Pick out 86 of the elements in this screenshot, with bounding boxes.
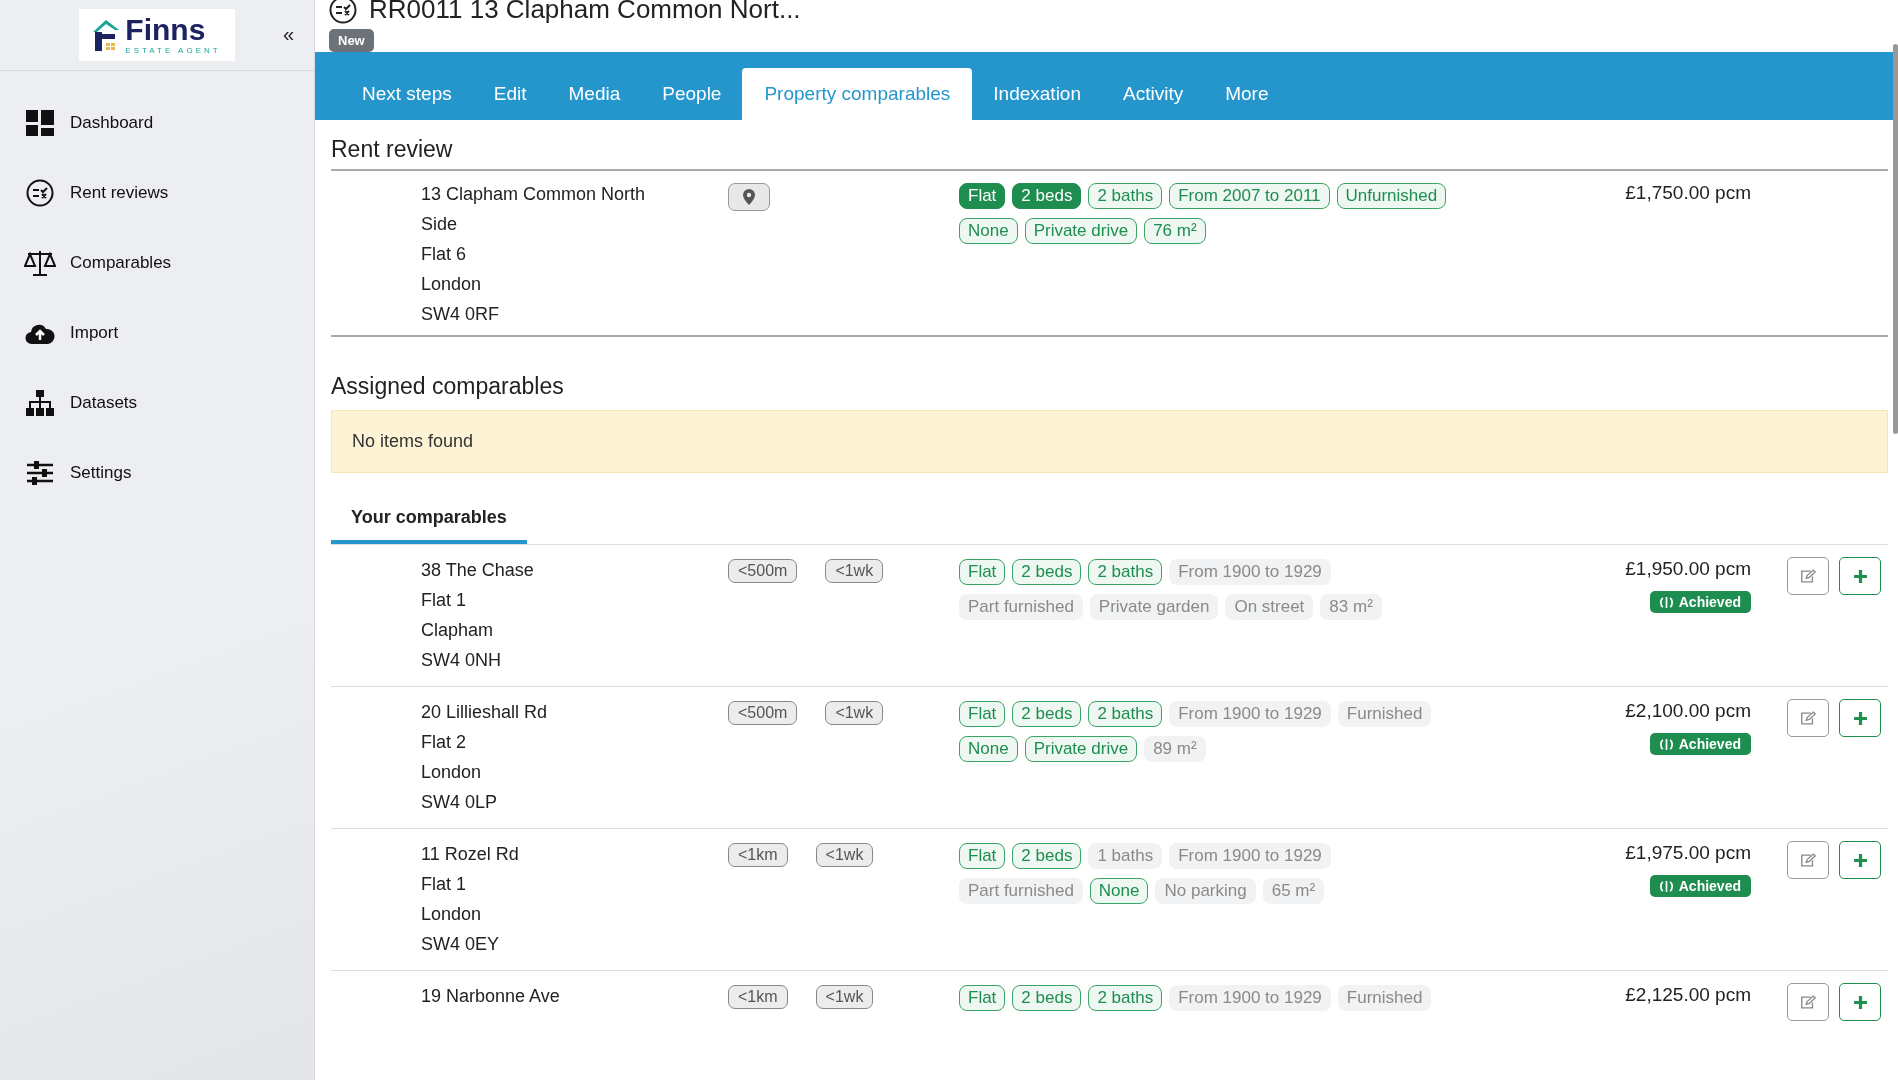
property-tag: From 1900 to 1929	[1169, 559, 1331, 585]
age-pill: <1wk	[825, 559, 884, 583]
rent-price: £1,750.00 pcm	[1625, 181, 1751, 205]
address-line: 38 The Chase	[421, 559, 535, 582]
property-tag: 83 m²	[1320, 594, 1382, 620]
address-line: Flat 1	[421, 873, 468, 896]
property-tag: 2 baths	[1088, 985, 1163, 1011]
rent-price: £1,975.00 pcm	[1625, 841, 1751, 865]
property-tag: 2 beds	[1012, 183, 1082, 209]
property-tag: From 2007 to 2011	[1169, 183, 1330, 209]
sidebar-item[interactable]: Datasets	[0, 385, 314, 421]
property-tag: 2 baths	[1088, 183, 1163, 209]
property-tag: None	[1089, 878, 1149, 904]
sidebar-item[interactable]: Comparables	[0, 245, 314, 281]
address-line: Side	[421, 213, 459, 236]
address-line: London	[421, 761, 483, 784]
distance-pill: <1km	[728, 985, 788, 1009]
achieved-badge: Achieved	[1649, 875, 1751, 897]
property-tag: On street	[1225, 594, 1314, 620]
logo-tagline: ESTATE AGENT	[125, 47, 221, 55]
property-tag: Flat	[959, 183, 1006, 209]
sidebar-item[interactable]: Rent reviews	[0, 175, 314, 211]
property-tag: 2 beds	[1012, 559, 1082, 585]
age-pill: <1wk	[815, 985, 874, 1009]
property-tag: 2 baths	[1088, 559, 1163, 585]
address-line: SW4 0LP	[421, 791, 499, 814]
property-tag: From 1900 to 1929	[1169, 843, 1331, 869]
property-tag: None	[959, 736, 1018, 762]
property-tag: Unfurnished	[1336, 183, 1447, 209]
property-tag: 65 m²	[1262, 878, 1325, 904]
property-tag: Part furnished	[959, 594, 1083, 620]
property-tag: 2 beds	[1012, 701, 1082, 727]
distance-pill: <500m	[728, 559, 798, 583]
logo-name: Finns	[125, 15, 207, 45]
property-tag: 89 m²	[1144, 736, 1206, 762]
property-tag: None	[959, 218, 1018, 244]
property-tag: Part furnished	[959, 878, 1083, 904]
address-line: London	[421, 273, 483, 296]
page-title: RR0011 13 Clapham Common Nort...	[369, 0, 801, 25]
property-tag: Private garden	[1089, 594, 1219, 620]
section-heading: Assigned comparables	[331, 373, 565, 401]
distance-pill: <1km	[728, 843, 788, 867]
sidebar-item[interactable]: Settings	[0, 455, 314, 491]
property-tag: 2 beds	[1012, 985, 1082, 1011]
address-line: London	[421, 903, 483, 926]
address-line: Flat 6	[421, 243, 468, 266]
address-line: SW4 0RF	[421, 303, 500, 326]
status-badge: New	[329, 29, 374, 52]
rent-price: £1,950.00 pcm	[1625, 557, 1751, 581]
age-pill: <1wk	[825, 701, 884, 725]
address-line: 11 Rozel Rd	[421, 843, 520, 866]
address-line: SW4 0EY	[421, 933, 501, 956]
property-tag: Private drive	[1024, 218, 1138, 244]
property-tag: Furnished	[1337, 985, 1432, 1011]
age-pill: <1wk	[815, 843, 874, 867]
tab[interactable]: Your comparables	[331, 499, 527, 544]
achieved-badge: Achieved	[1649, 733, 1751, 755]
property-tag: 1 baths	[1088, 843, 1163, 869]
address-line: 20 Lillieshall Rd	[421, 701, 549, 724]
section-heading: Rent review	[331, 136, 1888, 171]
property-tag: Flat	[959, 985, 1006, 1011]
property-tag: Private drive	[1024, 736, 1138, 762]
property-tag: Furnished	[1337, 701, 1432, 727]
rent-price: £2,125.00 pcm	[1625, 983, 1751, 1007]
address-line: Flat 1	[421, 589, 468, 612]
address-line: SW4 0NH	[421, 649, 502, 672]
property-tag: From 1900 to 1929	[1169, 701, 1331, 727]
collapse-button[interactable]: «	[276, 22, 300, 47]
property-tag: From 1900 to 1929	[1169, 985, 1331, 1011]
property-tag: 2 baths	[1088, 701, 1163, 727]
property-tag: Flat	[959, 843, 1006, 869]
sidebar-item[interactable]: Import	[0, 315, 314, 351]
property-tag: Flat	[959, 559, 1006, 585]
address-line: Flat 2	[421, 731, 468, 754]
address-line: 13 Clapham Common North	[421, 183, 647, 206]
property-tag: No parking	[1155, 878, 1256, 904]
address-line: Clapham	[421, 619, 495, 642]
address-line: 19 Narbonne Ave	[421, 985, 561, 1008]
property-tag: 2 beds	[1012, 843, 1082, 869]
rent-price: £2,100.00 pcm	[1625, 699, 1751, 723]
property-tag: Flat	[959, 701, 1006, 727]
distance-pill: <500m	[728, 701, 798, 725]
empty-message: No items found	[331, 410, 1888, 473]
sidebar-item[interactable]: Dashboard	[0, 105, 314, 141]
property-tag: 76 m²	[1144, 218, 1206, 244]
achieved-badge: Achieved	[1649, 591, 1751, 613]
